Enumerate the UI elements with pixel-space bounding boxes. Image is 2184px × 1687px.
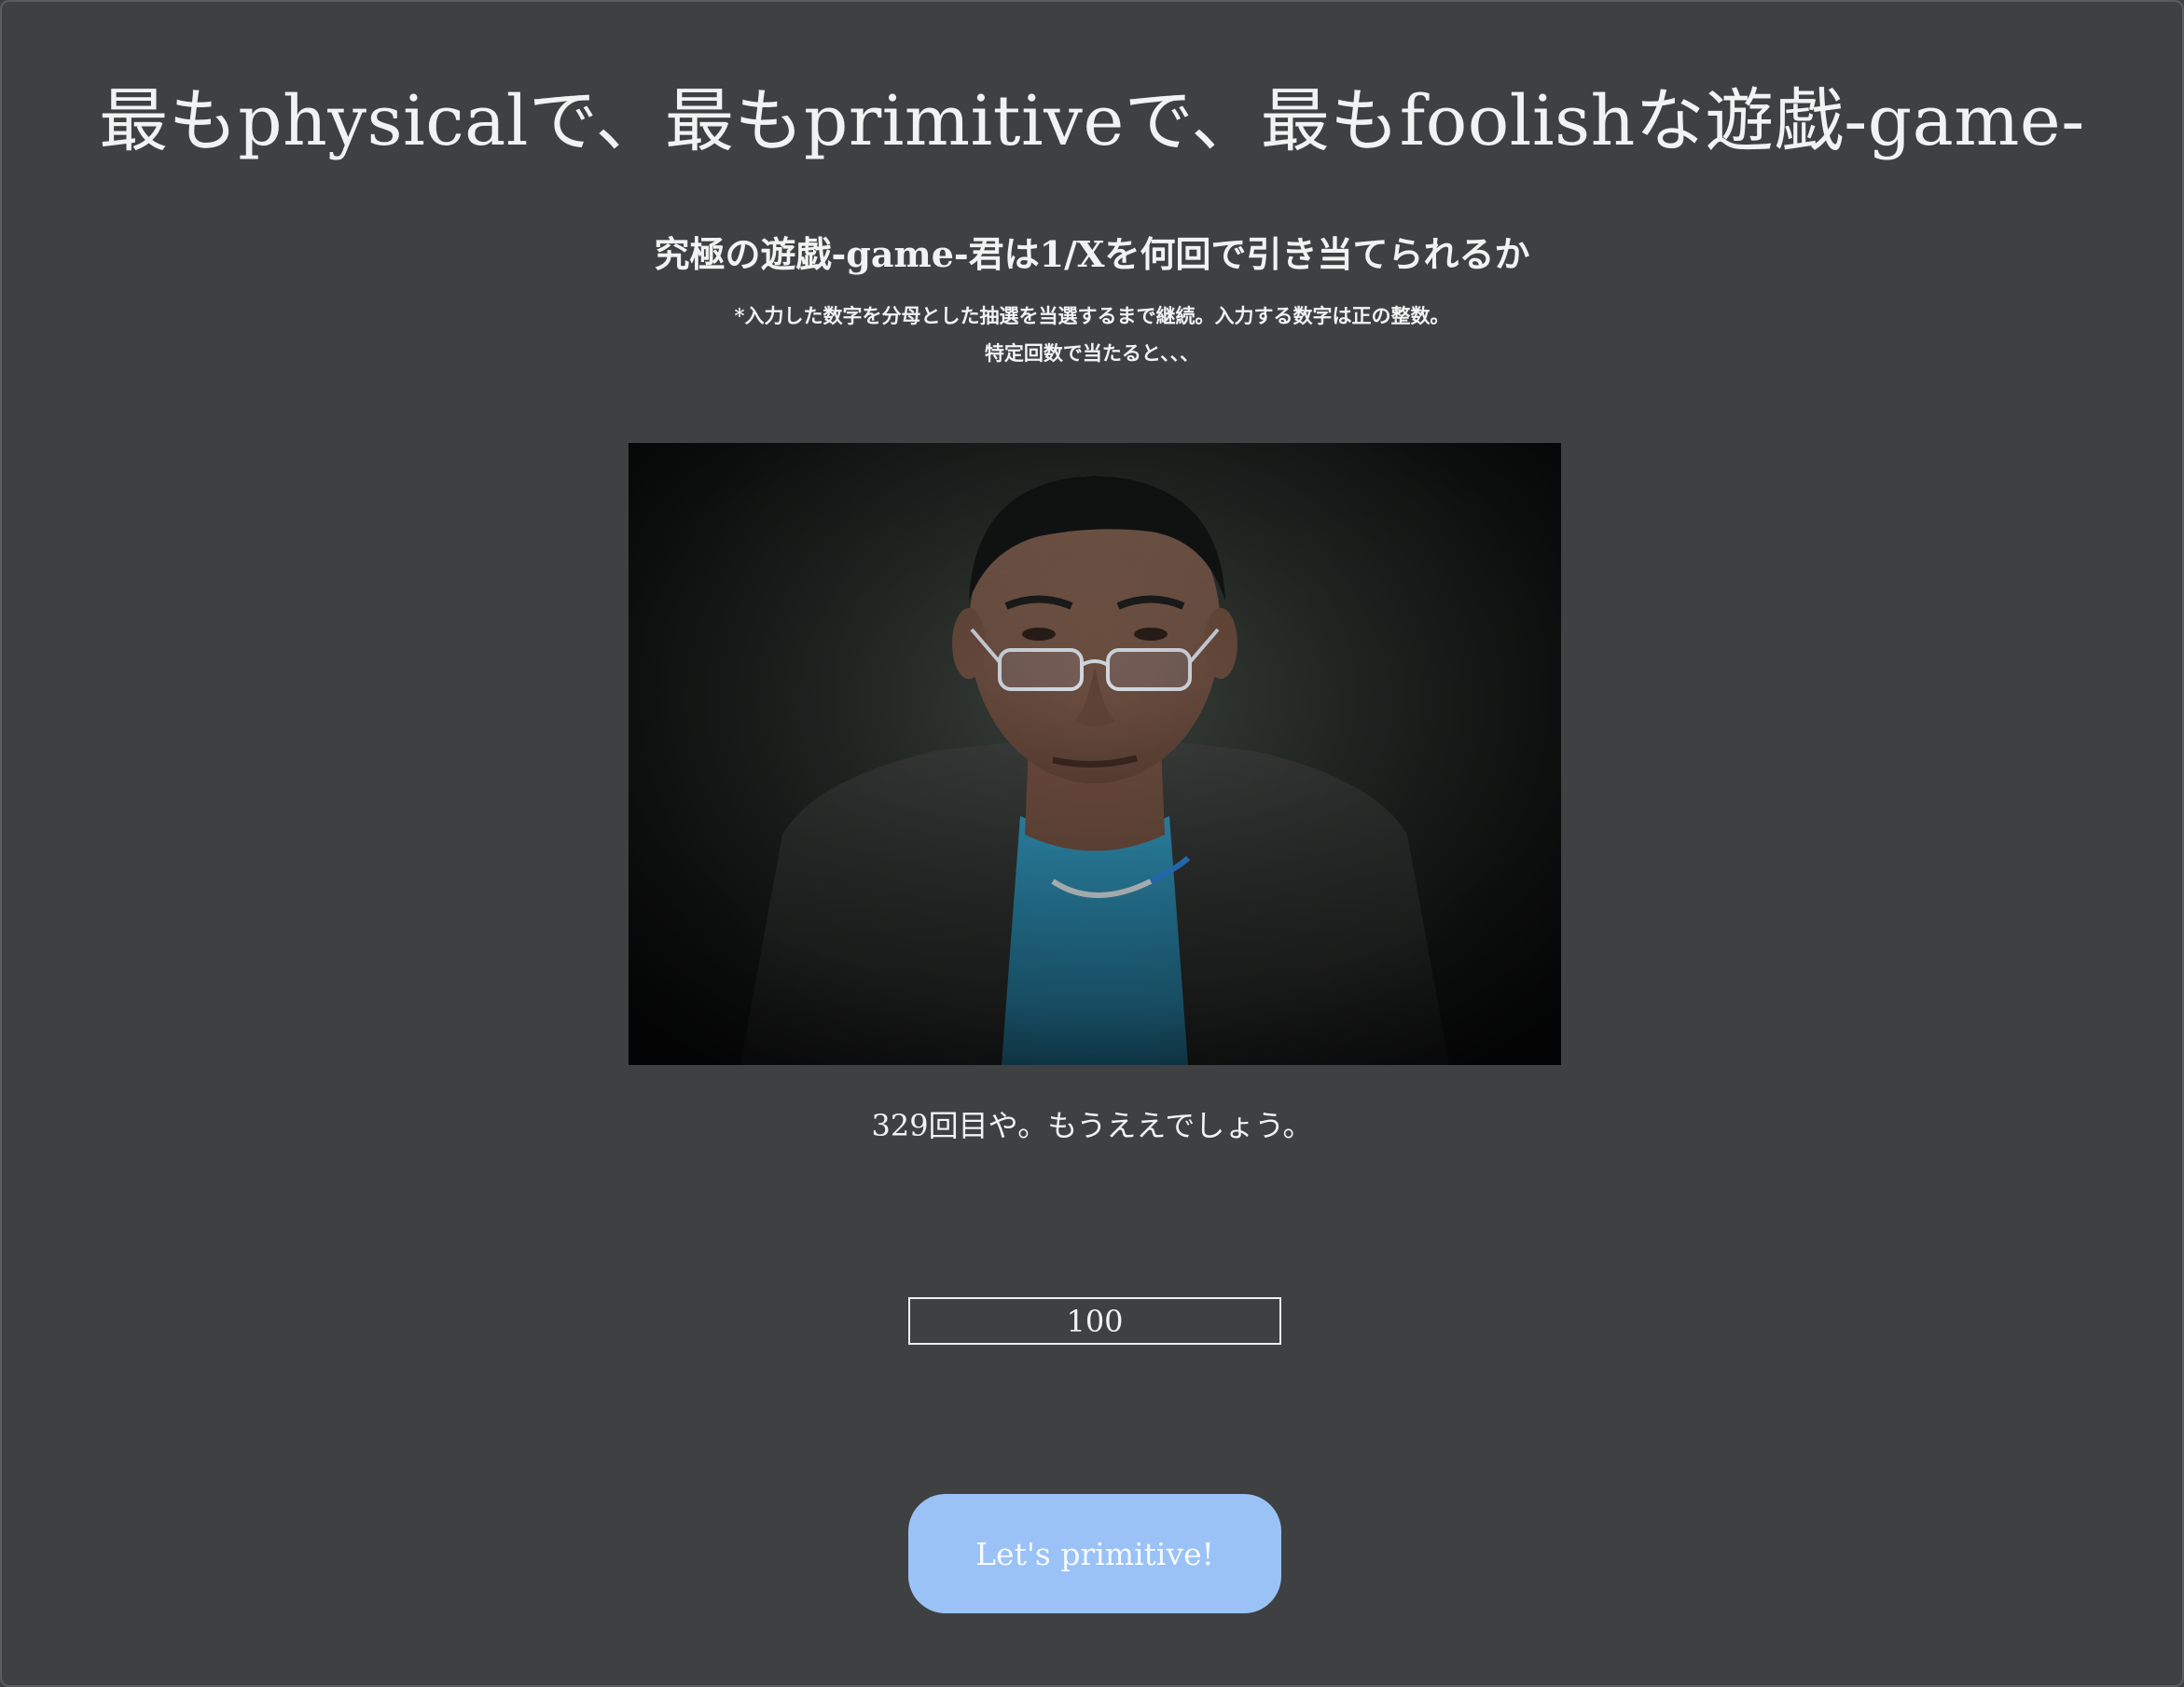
hint-note: 特定回数で当たると、、、 <box>984 341 1200 365</box>
result-photo <box>629 443 1561 1065</box>
result-message: 329回目や。もうええでしょう。 <box>871 1108 1313 1143</box>
game-page: 最もphysicalで、最もprimitiveで、最もfoolishな遊戯-ga… <box>0 0 2184 1687</box>
game-subtitle: 究極の遊戯-game-君は1/Xを何回で引き当てられるか <box>654 233 1530 275</box>
rules-note: *入力した数字を分母とした抽選を当選するまで継続。入力する数字は正の整数。 <box>734 304 1450 327</box>
man-with-glasses-illustration <box>629 443 1561 1065</box>
page-title: 最もphysicalで、最もprimitiveで、最もfoolishな遊戯-ga… <box>99 81 2085 161</box>
lets-primitive-button[interactable]: Let's primitive! <box>908 1494 1281 1613</box>
denominator-input[interactable] <box>908 1297 1281 1345</box>
